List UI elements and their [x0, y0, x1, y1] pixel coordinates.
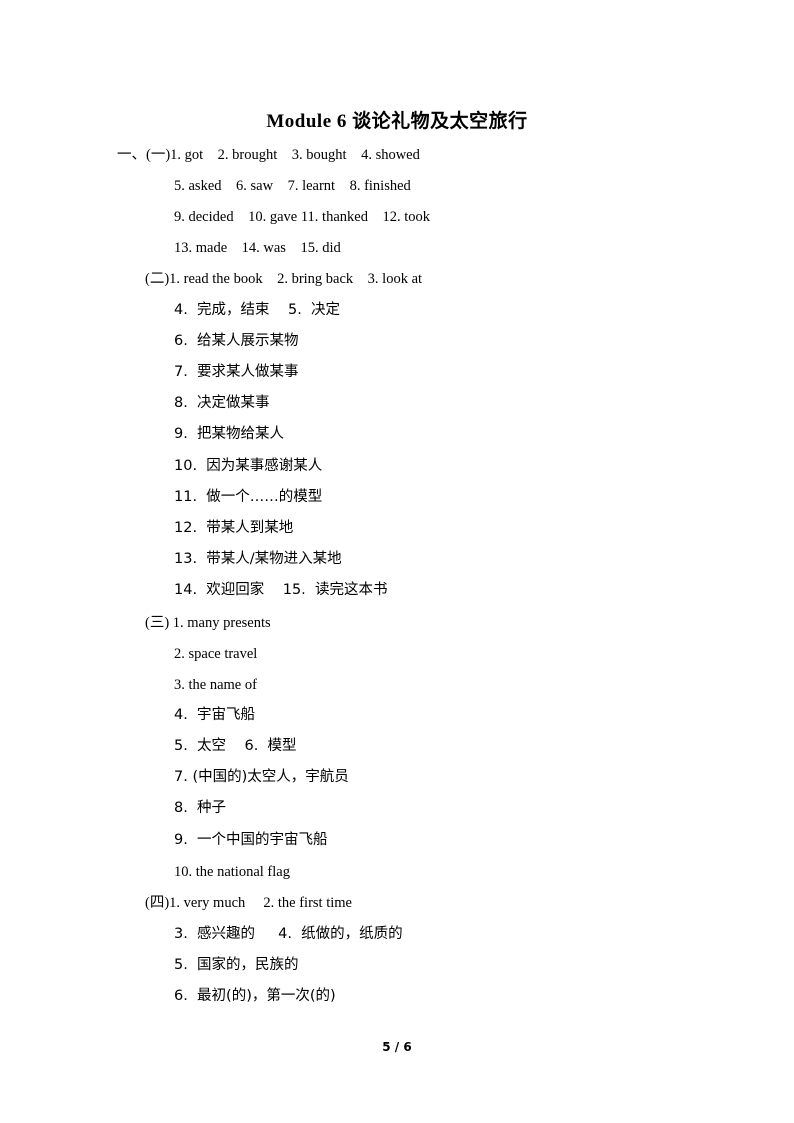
answer-line: 8. 决定做某事 [174, 395, 270, 411]
page-number: 5 / 6 [382, 1040, 412, 1054]
answer-line: 10. 因为某事感谢某人 [174, 458, 323, 474]
answer-line: 7. (中国的)太空人，宇航员 [174, 769, 349, 785]
answer-line: 9. decided 10. gave 11. thanked 12. took [174, 209, 430, 225]
answer-line: 9. 一个中国的宇宙飞船 [174, 832, 328, 848]
answer-line: 13. 带某人/某物进入某地 [174, 551, 342, 567]
answer-line: 13. made 14. was 15. did [174, 240, 341, 256]
page-title: Module 6 谈论礼物及太空旅行 [266, 111, 528, 132]
answer-line: 6. 最初(的)，第一次(的) [174, 988, 336, 1004]
answer-line: 14. 欢迎回家 15. 读完这本书 [174, 582, 388, 598]
answer-line: 9. 把某物给某人 [174, 426, 285, 442]
answer-line: 4. 完成，结束 5. 决定 [174, 302, 341, 318]
answer-line: 3. the name of [174, 677, 257, 693]
answer-line: 6. 给某人展示某物 [174, 333, 299, 349]
answer-line: 一、(一)1. got 2. brought 3. bought 4. show… [117, 147, 420, 163]
answer-line: 5. 国家的，民族的 [174, 957, 299, 973]
answer-line: 2. space travel [174, 646, 258, 662]
answer-line: (三) 1. many presents [145, 615, 271, 631]
answer-line: 3. 感兴趣的 4. 纸做的，纸质的 [174, 926, 403, 942]
answer-line: 7. 要求某人做某事 [174, 364, 299, 380]
answer-line: 5. 太空 6. 模型 [174, 738, 297, 754]
answer-line: 10. the national flag [174, 864, 290, 880]
answer-line: 4. 宇宙飞船 [174, 707, 256, 723]
answer-line: (二)1. read the book 2. bring back 3. loo… [145, 271, 423, 287]
answer-line: 5. asked 6. saw 7. learnt 8. finished [174, 178, 411, 194]
answer-line: 12. 带某人到某地 [174, 520, 294, 536]
answer-line: (四)1. very much 2. the first time [145, 895, 352, 911]
answer-line: 8. 种子 [174, 800, 227, 816]
answer-line: 11. 做一个……的模型 [174, 489, 323, 505]
